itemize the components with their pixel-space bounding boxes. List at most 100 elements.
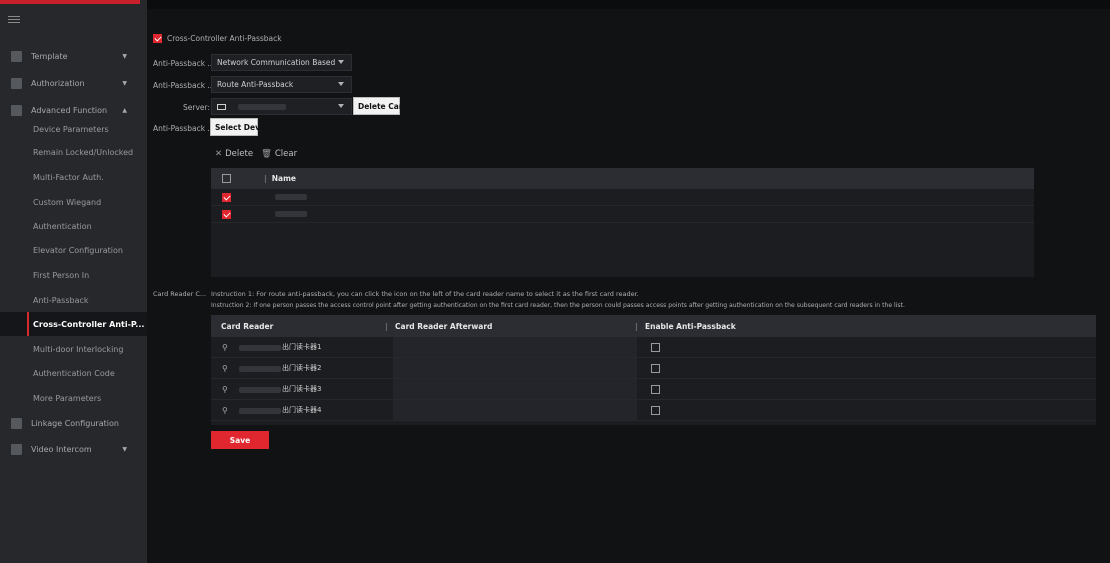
select-all-checkbox[interactable] bbox=[222, 174, 231, 183]
server-value-redacted bbox=[238, 103, 286, 110]
anti-passback-device-label: Anti-Passback ... bbox=[153, 124, 215, 133]
chevron-down-icon: ▼ bbox=[122, 79, 127, 87]
sidebar-item-device-parameters[interactable]: Device Parameters bbox=[0, 117, 147, 141]
menu-icon[interactable] bbox=[8, 16, 20, 24]
delete-device-button[interactable]: ✕ Delete bbox=[215, 149, 253, 159]
card-reader-afterward-cell[interactable] bbox=[393, 358, 637, 378]
sidebar-group-label: Advanced Function bbox=[31, 105, 108, 115]
instruction-1: Instruction 1: For route anti-passback, … bbox=[211, 290, 639, 298]
linkage-icon bbox=[11, 417, 22, 429]
sidebar-group-template[interactable]: Template ▼ bbox=[0, 43, 147, 69]
table-row[interactable]: ⚲ 出门读卡器1 bbox=[211, 337, 1096, 358]
table-row[interactable] bbox=[211, 206, 1034, 223]
sidebar-item-elevator-configuration[interactable]: Elevator Configuration bbox=[0, 238, 147, 262]
chevron-down-icon bbox=[338, 60, 344, 64]
enable-cross-controller-checkbox[interactable] bbox=[153, 34, 162, 43]
first-reader-icon[interactable]: ⚲ bbox=[222, 343, 228, 352]
table-row[interactable]: ⚲ 出门读卡器4 bbox=[211, 400, 1096, 421]
lock-icon bbox=[11, 77, 22, 89]
column-header-card-reader: Card Reader bbox=[221, 321, 274, 331]
sidebar-item-remain-locked-unlocked[interactable]: Remain Locked/Unlocked bbox=[0, 140, 147, 164]
anti-passback-type-value: Route Anti-Passback bbox=[217, 80, 294, 89]
chevron-down-icon: ▼ bbox=[122, 52, 127, 60]
sidebar-group-label: Video Intercom bbox=[31, 444, 92, 454]
row-checkbox[interactable] bbox=[222, 209, 231, 219]
server-select[interactable] bbox=[211, 98, 352, 115]
advanced-function-icon bbox=[11, 104, 22, 116]
sidebar-item-custom-wiegand[interactable]: Custom Wiegand bbox=[0, 190, 147, 214]
close-icon: ✕ bbox=[215, 149, 223, 159]
anti-passback-mode-label: Anti-Passback ... bbox=[153, 59, 215, 68]
card-reader-afterward-cell[interactable] bbox=[393, 379, 637, 399]
enable-anti-passback-checkbox[interactable] bbox=[651, 385, 660, 394]
card-reader-name: 出门读卡器3 bbox=[282, 385, 322, 393]
chevron-down-icon bbox=[338, 82, 344, 86]
enable-anti-passback-checkbox[interactable] bbox=[651, 406, 660, 415]
template-icon bbox=[11, 50, 22, 62]
server-icon bbox=[217, 103, 226, 110]
sidebar-item-more-parameters[interactable]: More Parameters bbox=[0, 386, 147, 410]
first-reader-icon[interactable]: ⚲ bbox=[222, 364, 228, 373]
device-toolbar: ✕ Delete 🗑 Clear bbox=[215, 149, 297, 159]
sidebar-group-label: Linkage Configuration bbox=[31, 418, 119, 428]
sidebar-group-authorization[interactable]: Authorization ▼ bbox=[0, 70, 147, 96]
clear-device-button[interactable]: 🗑 Clear bbox=[261, 149, 297, 159]
reader-prefix-redacted bbox=[239, 366, 281, 372]
row-checkbox[interactable] bbox=[222, 192, 231, 202]
anti-passback-mode-select[interactable]: Network Communication Based bbox=[211, 54, 352, 71]
sidebar-item-first-person-in[interactable]: First Person In bbox=[0, 263, 147, 287]
card-reader-table-header: Card Reader | Card Reader Afterward | En… bbox=[211, 315, 1096, 337]
card-reader-label: Card Reader C... bbox=[153, 290, 207, 298]
column-divider: | bbox=[264, 174, 267, 183]
sidebar-group-linkage-configuration[interactable]: Linkage Configuration bbox=[0, 410, 147, 436]
sidebar-item-authentication[interactable]: Authentication bbox=[0, 214, 147, 238]
reader-prefix-redacted bbox=[239, 408, 281, 414]
card-reader-afterward-cell[interactable] bbox=[393, 337, 637, 357]
card-reader-name: 出门读卡器1 bbox=[282, 343, 322, 351]
sidebar: Template ▼ Authorization ▼ Advanced Func… bbox=[0, 0, 147, 563]
column-header-enable-anti-passback: Enable Anti-Passback bbox=[645, 321, 736, 331]
anti-passback-type-select[interactable]: Route Anti-Passback bbox=[211, 76, 352, 93]
chevron-up-icon: ▲ bbox=[122, 106, 127, 114]
column-header-name: Name bbox=[271, 174, 296, 183]
device-name-redacted bbox=[275, 194, 307, 200]
select-device-button[interactable]: Select Dev... bbox=[210, 118, 268, 136]
column-header-card-reader-afterward: Card Reader Afterward bbox=[395, 321, 493, 331]
sidebar-group-video-intercom[interactable]: Video Intercom ▼ bbox=[0, 436, 147, 462]
table-row[interactable]: ⚲ 出门读卡器3 bbox=[211, 379, 1096, 400]
first-reader-icon[interactable]: ⚲ bbox=[222, 385, 228, 394]
save-button[interactable]: Save bbox=[211, 431, 269, 449]
trash-icon: 🗑 bbox=[261, 149, 272, 159]
card-reader-name: 出门读卡器4 bbox=[282, 406, 322, 414]
table-row[interactable]: ⚲ 出门读卡器2 bbox=[211, 358, 1096, 379]
chevron-down-icon bbox=[338, 104, 344, 108]
sidebar-group-label: Authorization bbox=[31, 78, 85, 88]
main-content: Cross-Controller Anti-Passback Anti-Pass… bbox=[147, 0, 1110, 563]
enable-anti-passback-checkbox[interactable] bbox=[651, 364, 660, 373]
clear-label: Clear bbox=[274, 149, 298, 159]
server-label: Server: bbox=[183, 103, 210, 112]
column-divider: | bbox=[635, 321, 638, 331]
sidebar-item-multi-door-interlocking[interactable]: Multi-door Interlocking bbox=[0, 337, 147, 361]
sidebar-group-label: Template bbox=[31, 51, 68, 61]
first-reader-icon[interactable]: ⚲ bbox=[222, 406, 228, 415]
card-reader-afterward-cell[interactable] bbox=[393, 400, 637, 420]
enable-cross-controller-row: Cross-Controller Anti-Passback bbox=[153, 34, 282, 43]
top-bar bbox=[147, 0, 1110, 9]
delete-label: Delete bbox=[225, 149, 254, 159]
anti-passback-mode-value: Network Communication Based bbox=[217, 58, 336, 67]
instruction-2: Instruction 2: If one person passes the … bbox=[211, 302, 905, 309]
enable-anti-passback-checkbox[interactable] bbox=[651, 343, 660, 352]
reader-prefix-redacted bbox=[239, 387, 281, 393]
table-row[interactable] bbox=[211, 189, 1034, 206]
sidebar-item-cross-controller-anti-passback[interactable]: Cross-Controller Anti-P... bbox=[0, 312, 147, 336]
intercom-icon bbox=[11, 443, 22, 455]
delete-card-button[interactable]: Delete Car... bbox=[353, 97, 410, 115]
sidebar-accent-line bbox=[0, 0, 140, 4]
sidebar-item-anti-passback[interactable]: Anti-Passback bbox=[0, 288, 147, 312]
sidebar-item-multi-factor-auth[interactable]: Multi-Factor Auth. bbox=[0, 165, 147, 189]
chevron-down-icon: ▼ bbox=[122, 445, 127, 453]
sidebar-item-authentication-code[interactable]: Authentication Code bbox=[0, 361, 147, 385]
card-reader-table: Card Reader | Card Reader Afterward | En… bbox=[211, 315, 1096, 425]
anti-passback-type-label: Anti-Passback ... bbox=[153, 81, 215, 90]
